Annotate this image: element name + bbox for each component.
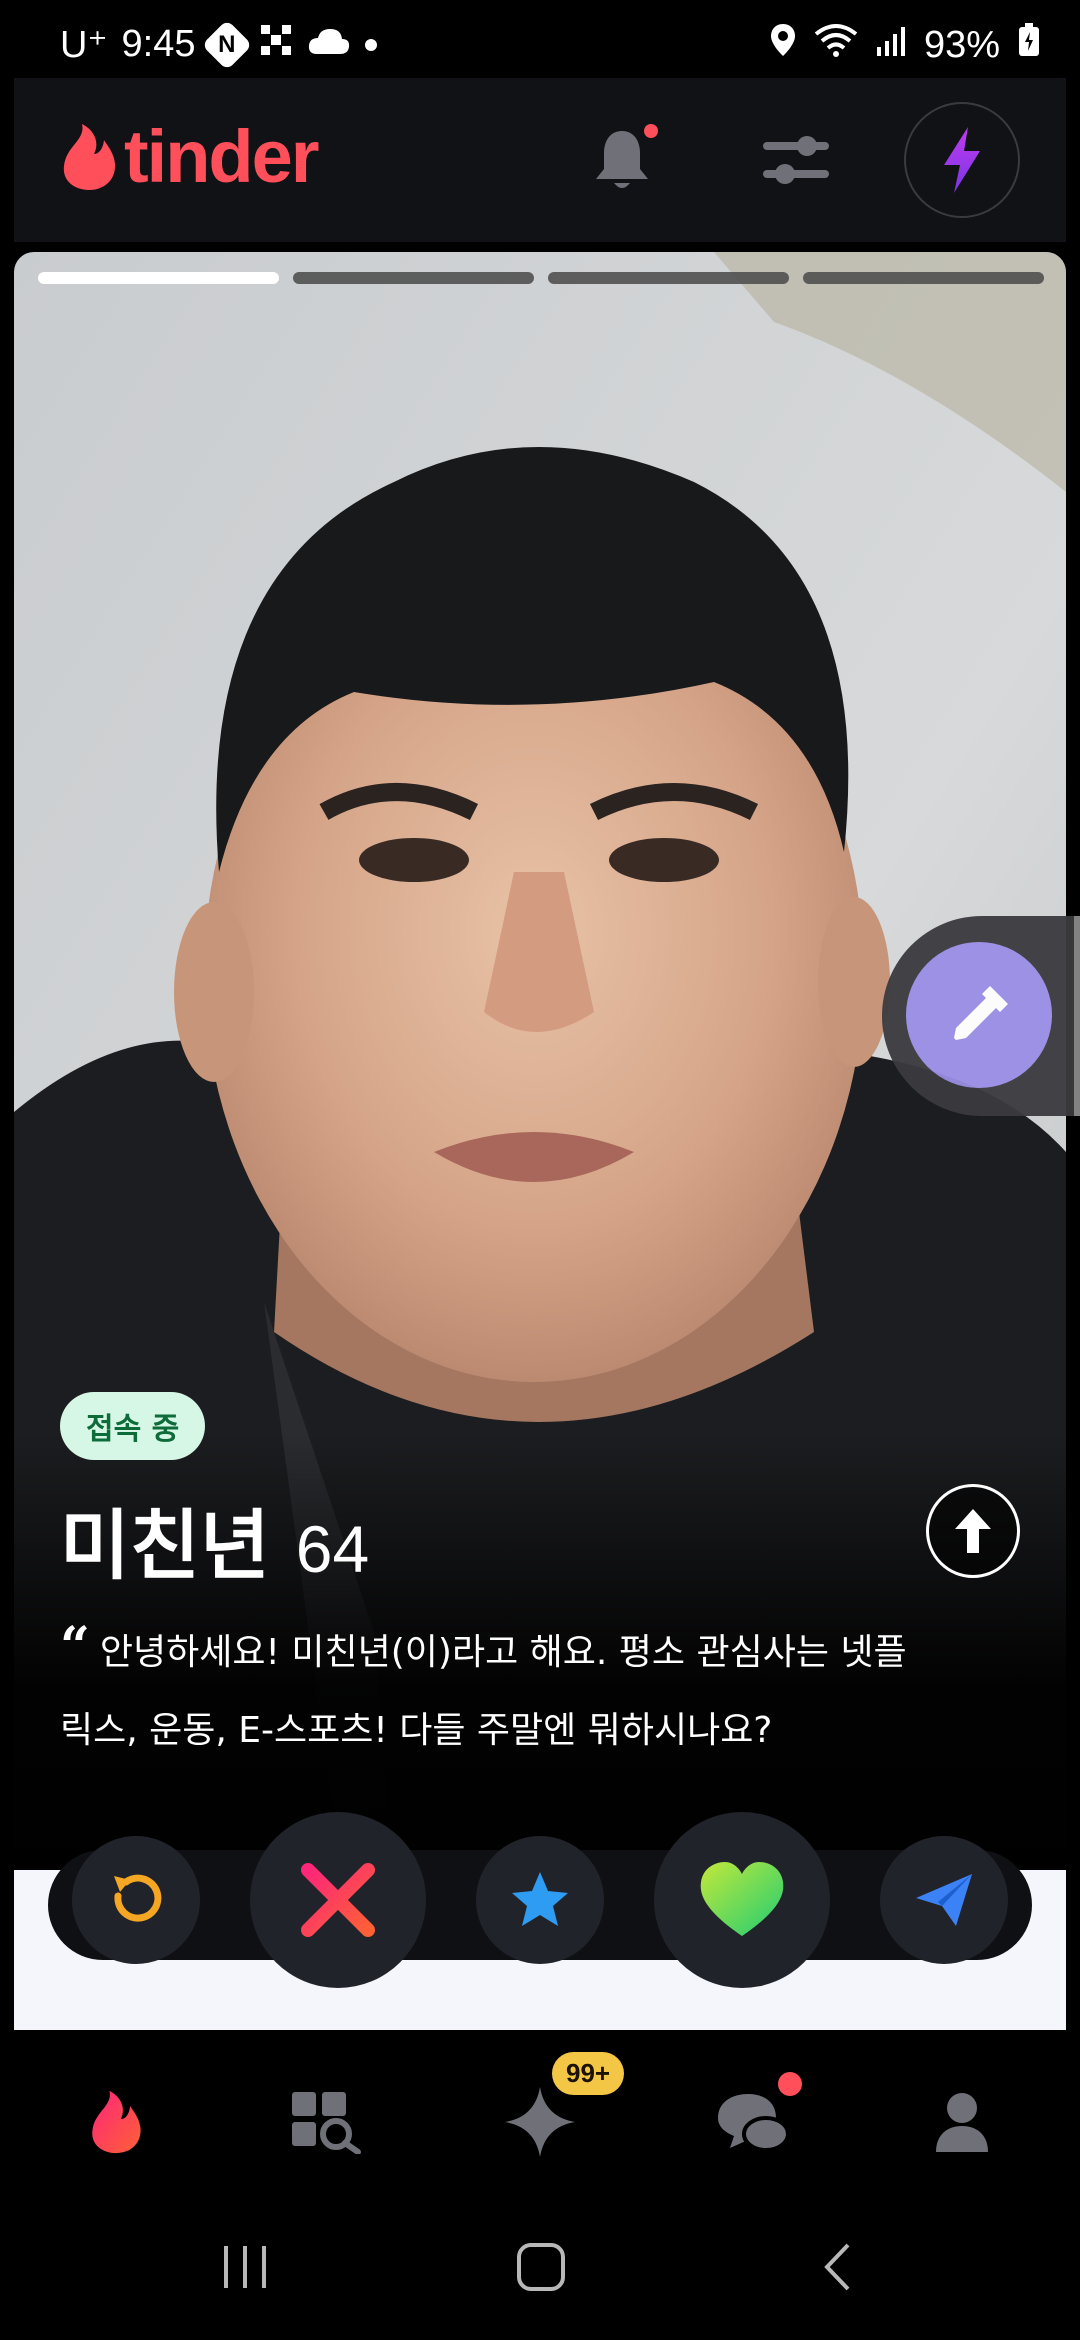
open-profile-button[interactable] (926, 1484, 1020, 1578)
bell-icon (596, 131, 648, 188)
photo-indicator-active[interactable] (38, 272, 279, 284)
like-heart-icon (700, 1862, 784, 1936)
home-square-icon (517, 2243, 565, 2291)
nav-home[interactable] (56, 2072, 176, 2172)
home-button[interactable] (496, 2232, 586, 2302)
bio-line-1: 안녕하세요! 미친년(이)라고 해요. 평소 관심사는 넷플 (99, 1632, 907, 1673)
nav-profile[interactable] (902, 2072, 1022, 2172)
grid-app-icon (259, 23, 293, 67)
boost-bolt-icon (944, 127, 980, 193)
nav-explore[interactable] (266, 2072, 386, 2172)
back-button[interactable] (792, 2232, 882, 2302)
explore-icon (292, 2092, 361, 2154)
bio-line-2: 릭스, 운동, E-스포츠! 다들 주말엔 뭐하시나요? (60, 1710, 773, 1751)
name-age-row: 미친년 64 (60, 1484, 369, 1594)
side-floating-button[interactable] (882, 916, 1080, 1116)
chat-icon (718, 2094, 790, 2152)
super-message-send-icon (916, 1874, 972, 1926)
carrier-label: U⁺ (60, 24, 108, 66)
rewind-icon (114, 1874, 162, 1922)
boost-button[interactable] (904, 102, 1020, 218)
profile-bio: “안녕하세요! 미친년(이)라고 해요. 평소 관심사는 넷플 릭스, 운동, … (60, 1608, 1040, 1770)
chat-notification-dot (778, 2072, 802, 2096)
online-status-badge: 접속 중 (60, 1392, 206, 1460)
profile-icon (936, 2093, 988, 2152)
profile-age: 64 (295, 1512, 370, 1586)
quote-icon: “ (60, 1616, 90, 1677)
wifi-icon (814, 22, 858, 68)
edge-handle[interactable] (1074, 916, 1080, 1116)
super-like-button[interactable] (476, 1836, 604, 1964)
notifications-button[interactable] (564, 102, 680, 218)
cloud-icon (307, 23, 351, 66)
nope-x-icon (301, 1863, 375, 1937)
battery-icon (1018, 23, 1040, 67)
signal-icon (876, 24, 906, 67)
logo-wordmark: tinder (124, 115, 320, 198)
super-message-button[interactable] (880, 1836, 1008, 1964)
system-nav-bar (0, 2196, 1080, 2340)
nav-chat[interactable] (692, 2072, 812, 2172)
photo-indicator[interactable] (548, 272, 789, 284)
super-like-star-icon (512, 1872, 568, 1926)
arrow-up-icon (955, 1509, 991, 1553)
back-chevron-icon (824, 2243, 850, 2291)
rewind-button[interactable] (72, 1836, 200, 1964)
photo-progress (38, 272, 1044, 284)
notification-badge (644, 124, 658, 138)
bottom-nav: 99+ (0, 2036, 1080, 2196)
gold-sparkle-icon (505, 2087, 575, 2157)
status-bar: U⁺ 9:45 N 93% (0, 0, 1080, 80)
nav-gold-likes[interactable]: 99+ (480, 2052, 625, 2172)
battery-percent: 93% (923, 23, 1000, 66)
eyedropper-icon (954, 986, 1008, 1040)
app-header: tinder (14, 78, 1066, 242)
filters-icon (763, 136, 829, 184)
tinder-logo[interactable]: tinder (60, 114, 320, 199)
profile-name: 미친년 (60, 1501, 270, 1590)
notification-dot-icon (365, 38, 378, 51)
like-button[interactable] (654, 1812, 830, 1988)
eyedropper-button[interactable] (906, 942, 1052, 1088)
clock: 9:45 (121, 23, 196, 65)
recent-apps-icon (224, 2246, 266, 2288)
home-flame-icon (92, 2090, 141, 2154)
likes-count-badge: 99+ (552, 2052, 625, 2095)
recent-apps-button[interactable] (200, 2232, 290, 2302)
network-n-icon: N (202, 19, 253, 70)
photo-indicator[interactable] (293, 272, 534, 284)
photo-indicator[interactable] (803, 272, 1044, 284)
flame-logo-icon (63, 123, 116, 190)
filters-button[interactable] (738, 102, 854, 218)
location-icon (770, 22, 796, 68)
nope-button[interactable] (250, 1812, 426, 1988)
